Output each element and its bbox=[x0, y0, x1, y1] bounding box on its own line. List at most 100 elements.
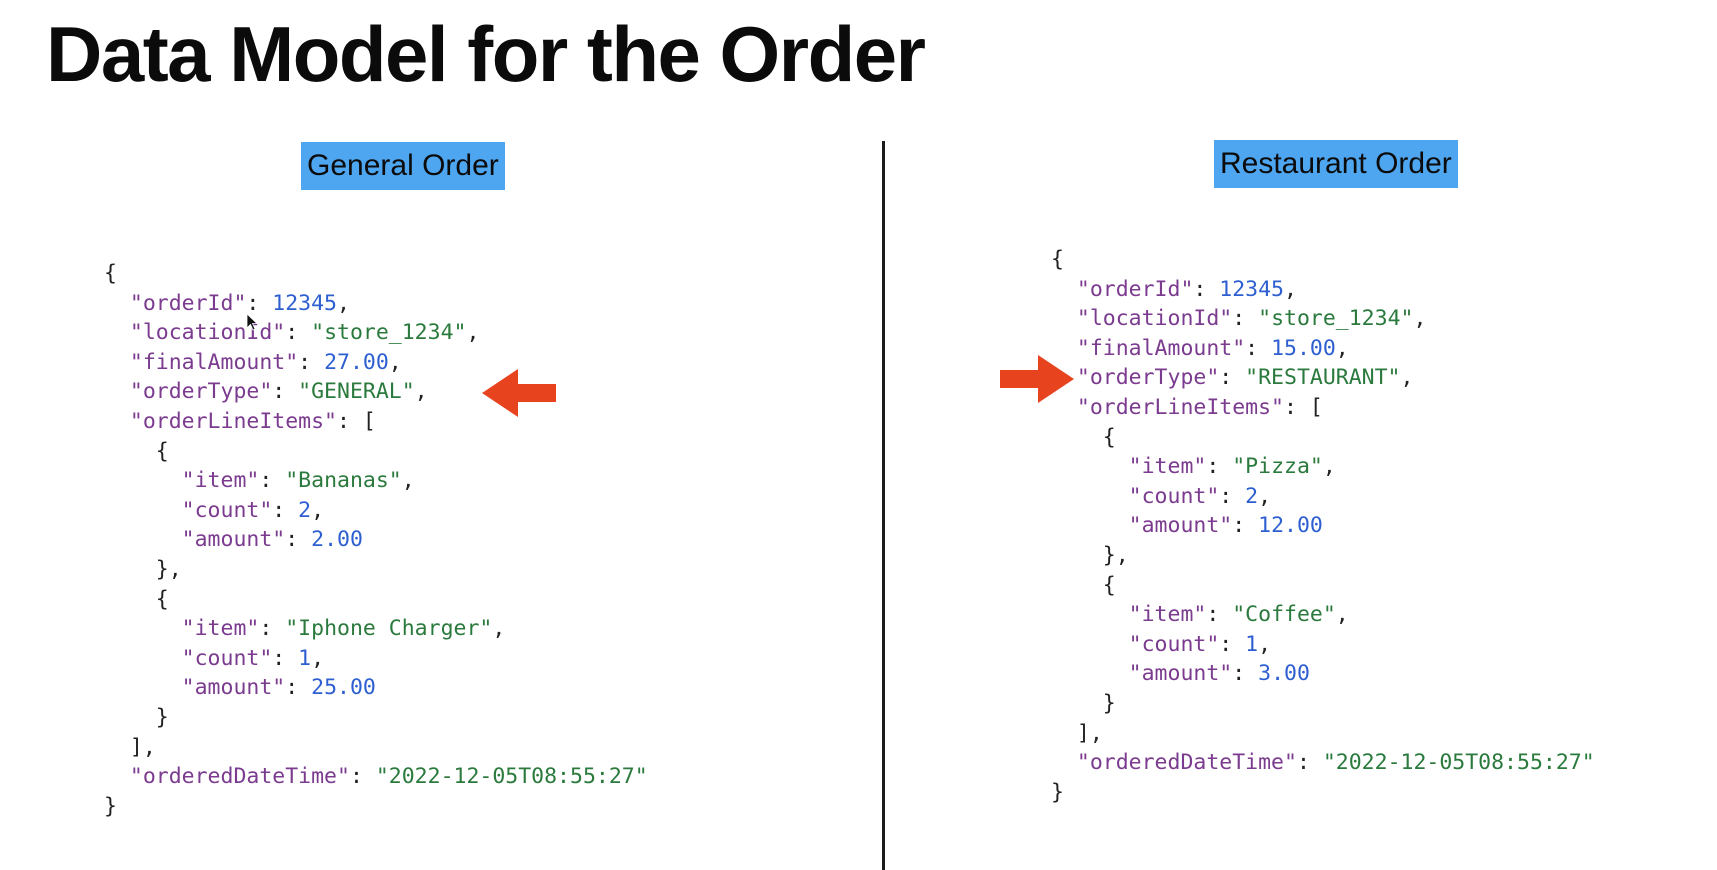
code-line: { bbox=[1051, 423, 1595, 453]
json-punct: , bbox=[1322, 454, 1336, 480]
json-num: 2 bbox=[1245, 483, 1259, 509]
json-num: 12.00 bbox=[1258, 513, 1323, 539]
arrow-right-icon bbox=[1000, 355, 1074, 403]
json-punct: : bbox=[1206, 454, 1233, 480]
slide: Data Model for the Order General Order R… bbox=[0, 0, 1717, 870]
code-line: }, bbox=[1051, 541, 1595, 571]
json-punct: , bbox=[1284, 276, 1297, 302]
json-key: "count" bbox=[1128, 483, 1220, 509]
json-key: "locationId" bbox=[1076, 306, 1233, 332]
json-str: "Coffee" bbox=[1232, 602, 1336, 628]
json-punct: , bbox=[401, 468, 415, 494]
code-line: "count": 2, bbox=[104, 496, 648, 526]
json-punct: : bbox=[1193, 276, 1220, 302]
json-punct: { bbox=[155, 586, 169, 612]
json-num: 1 bbox=[298, 645, 312, 671]
json-punct: } bbox=[1051, 779, 1064, 805]
restaurant-order-json: { "orderId": 12345, "locationId": "store… bbox=[1051, 245, 1595, 807]
json-punct: , bbox=[1400, 365, 1414, 391]
json-punct: , bbox=[414, 379, 428, 405]
code-line: "count": 1, bbox=[104, 644, 648, 674]
json-punct: , bbox=[1258, 483, 1272, 509]
panel-divider bbox=[882, 141, 885, 870]
json-key: "count" bbox=[181, 497, 273, 523]
json-str: "store_1234" bbox=[311, 320, 467, 346]
json-num: 25.00 bbox=[311, 675, 376, 701]
json-str: "2022-12-05T08:55:27" bbox=[375, 764, 648, 790]
code-line: "orderLineItems": [ bbox=[104, 407, 648, 437]
json-punct: { bbox=[155, 438, 169, 464]
code-line: "orderedDateTime": "2022-12-05T08:55:27" bbox=[1051, 748, 1595, 778]
code-line: { bbox=[104, 585, 648, 615]
json-punct: : bbox=[1219, 483, 1246, 509]
json-key: "orderId" bbox=[129, 290, 247, 316]
slide-title: Data Model for the Order bbox=[46, 10, 926, 98]
json-punct: : bbox=[272, 497, 299, 523]
json-num: 2 bbox=[298, 497, 312, 523]
json-num: 15.00 bbox=[1271, 335, 1336, 361]
json-key: "orderLineItems" bbox=[129, 408, 337, 434]
json-key: "amount" bbox=[181, 675, 286, 701]
json-punct: , bbox=[466, 320, 480, 346]
json-punct: }, bbox=[1102, 542, 1129, 568]
json-num: 1 bbox=[1245, 631, 1259, 657]
json-punct: : bbox=[1232, 661, 1259, 687]
code-line: "item": "Coffee", bbox=[1051, 600, 1595, 630]
code-line: ], bbox=[104, 733, 648, 763]
code-line: "orderLineItems": [ bbox=[1051, 393, 1595, 423]
json-key: "amount" bbox=[181, 527, 286, 553]
code-line: { bbox=[104, 437, 648, 467]
json-punct: } bbox=[155, 704, 169, 730]
code-line: } bbox=[104, 792, 648, 822]
code-line: "amount": 12.00 bbox=[1051, 511, 1595, 541]
code-line: { bbox=[1051, 571, 1595, 601]
code-line: "item": "Bananas", bbox=[104, 466, 648, 496]
json-punct: } bbox=[104, 793, 117, 819]
json-punct: { bbox=[1051, 247, 1064, 272]
code-line: "locationId": "store_1234", bbox=[104, 318, 648, 348]
json-punct: : bbox=[1245, 335, 1272, 361]
json-num: 12345 bbox=[1219, 276, 1285, 302]
code-line: "amount": 2.00 bbox=[104, 525, 648, 555]
code-line: "amount": 25.00 bbox=[104, 673, 648, 703]
code-line: "finalAmount": 15.00, bbox=[1051, 334, 1595, 364]
json-punct: : bbox=[1232, 306, 1259, 332]
json-punct: : bbox=[259, 616, 286, 642]
json-num: 3.00 bbox=[1258, 661, 1310, 687]
code-line: } bbox=[104, 703, 648, 733]
code-line: "item": "Pizza", bbox=[1051, 452, 1595, 482]
json-punct: : bbox=[1296, 750, 1323, 776]
json-punct: , bbox=[1413, 306, 1427, 332]
code-line: "item": "Iphone Charger", bbox=[104, 614, 648, 644]
json-punct: , bbox=[311, 645, 325, 671]
json-punct: , bbox=[1258, 631, 1272, 657]
json-key: "orderedDateTime" bbox=[129, 764, 350, 790]
json-punct: , bbox=[1335, 335, 1349, 361]
json-punct: , bbox=[492, 616, 506, 642]
restaurant-order-heading: Restaurant Order bbox=[1214, 140, 1458, 188]
json-key: "count" bbox=[181, 645, 273, 671]
json-str: "Pizza" bbox=[1232, 454, 1323, 480]
code-line: "count": 1, bbox=[1051, 630, 1595, 660]
json-punct: : bbox=[259, 468, 286, 494]
code-line: ], bbox=[1051, 719, 1595, 749]
json-punct: : bbox=[285, 675, 312, 701]
json-punct: : bbox=[1219, 365, 1246, 391]
json-punct: : bbox=[246, 290, 273, 316]
json-punct: : bbox=[285, 527, 312, 553]
code-line: "orderType": "RESTAURANT", bbox=[1051, 363, 1595, 393]
